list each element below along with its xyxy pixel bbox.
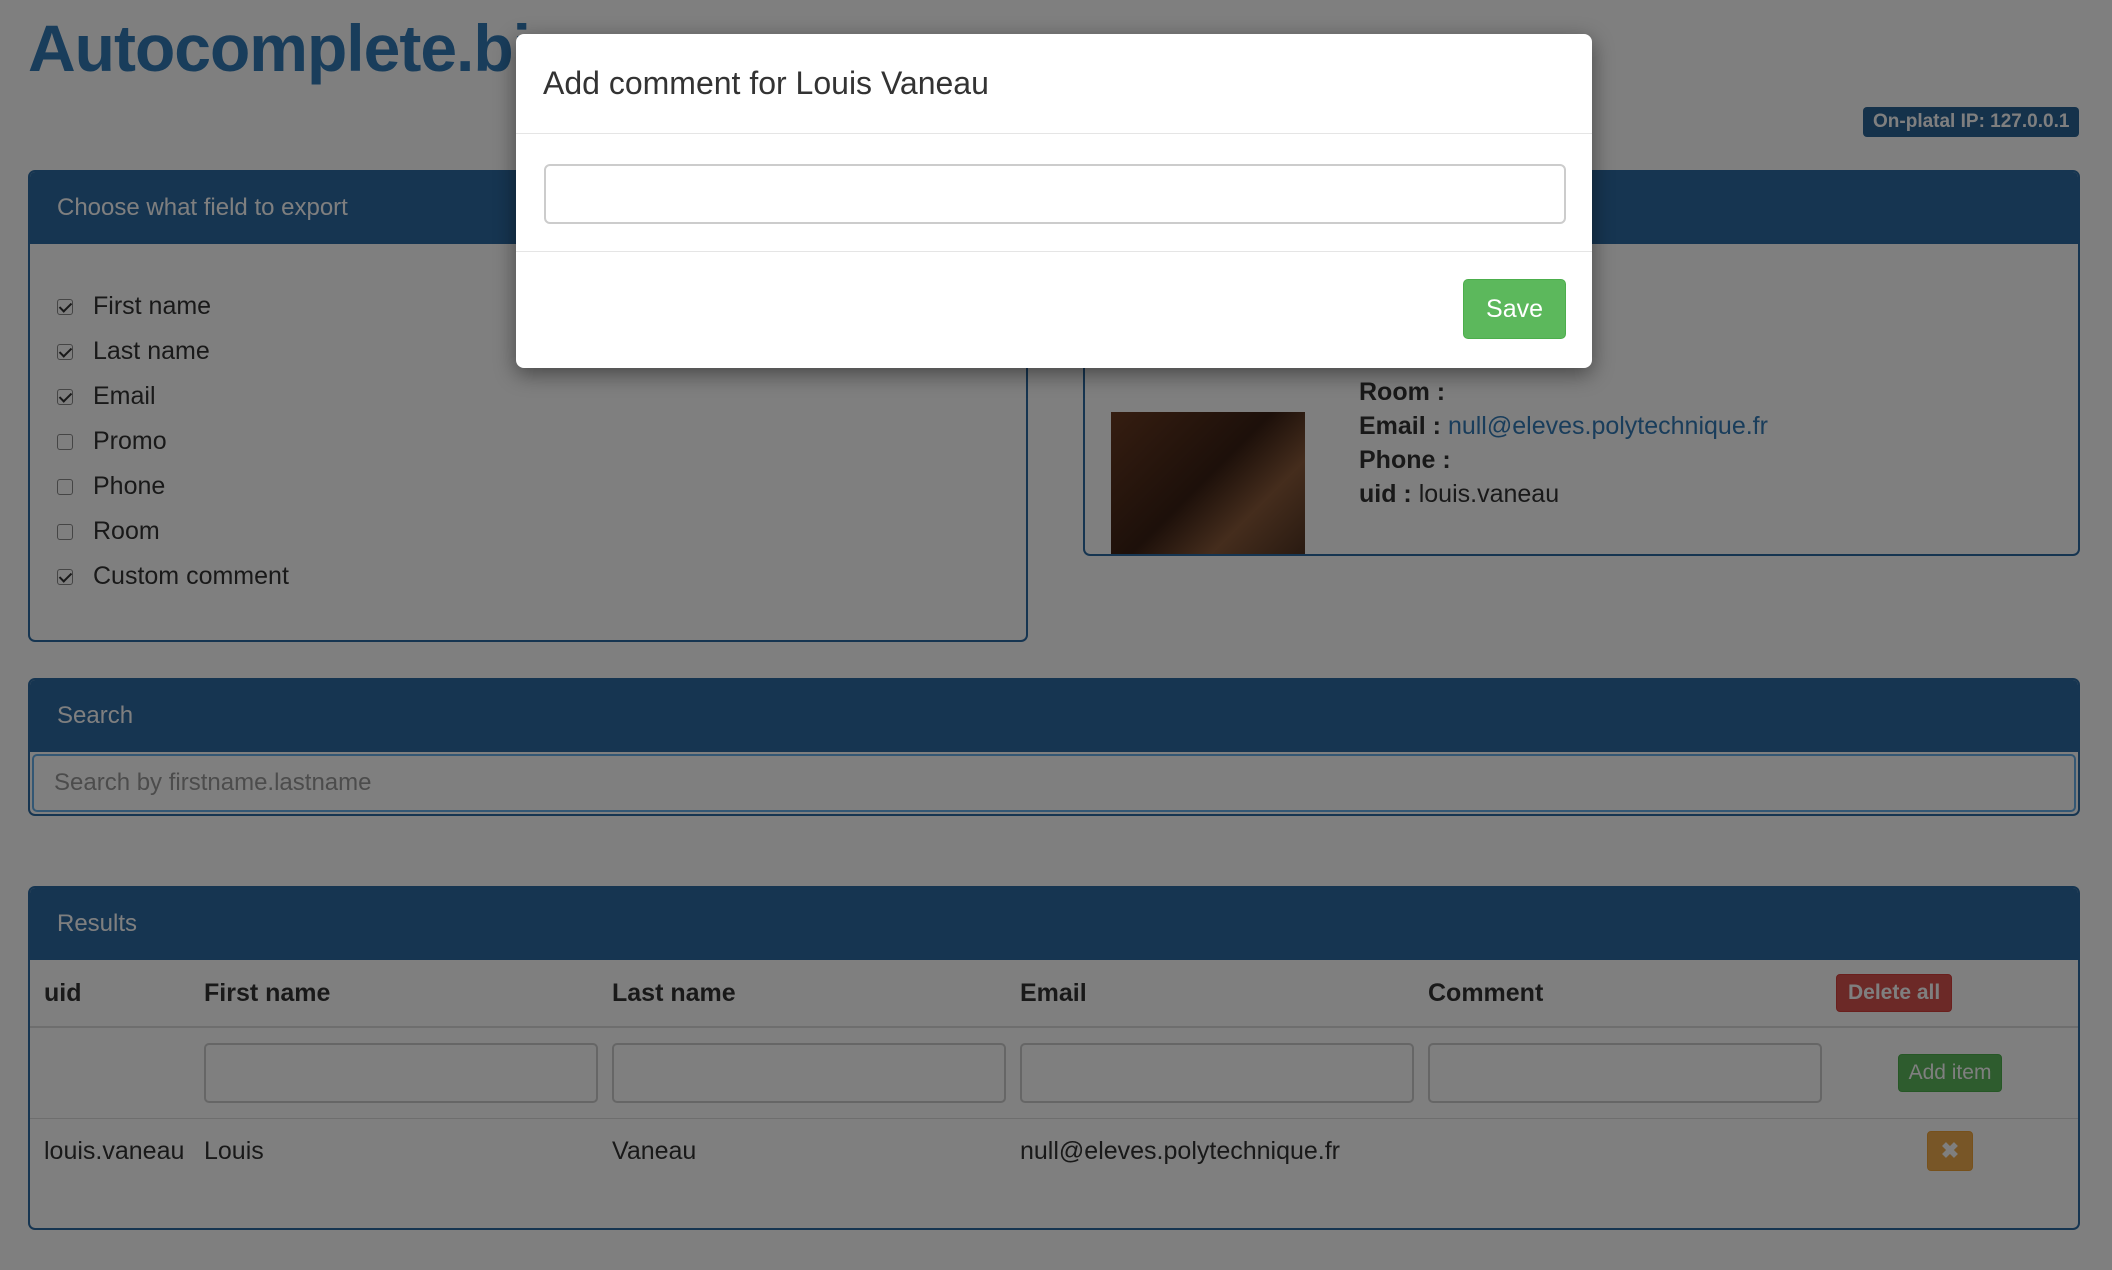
modal-title: Add comment for Louis Vaneau [543, 65, 989, 101]
modal-header: Add comment for Louis Vaneau [516, 34, 1592, 134]
modal-body [516, 134, 1592, 252]
modal-footer: Save [516, 252, 1592, 367]
save-button[interactable]: Save [1463, 279, 1566, 339]
comment-input[interactable] [544, 164, 1566, 224]
add-comment-modal: Add comment for Louis Vaneau Save [516, 34, 1592, 368]
page: Autocomplete.bi On-platal IP: 127.0.0.1 … [0, 0, 2112, 1270]
